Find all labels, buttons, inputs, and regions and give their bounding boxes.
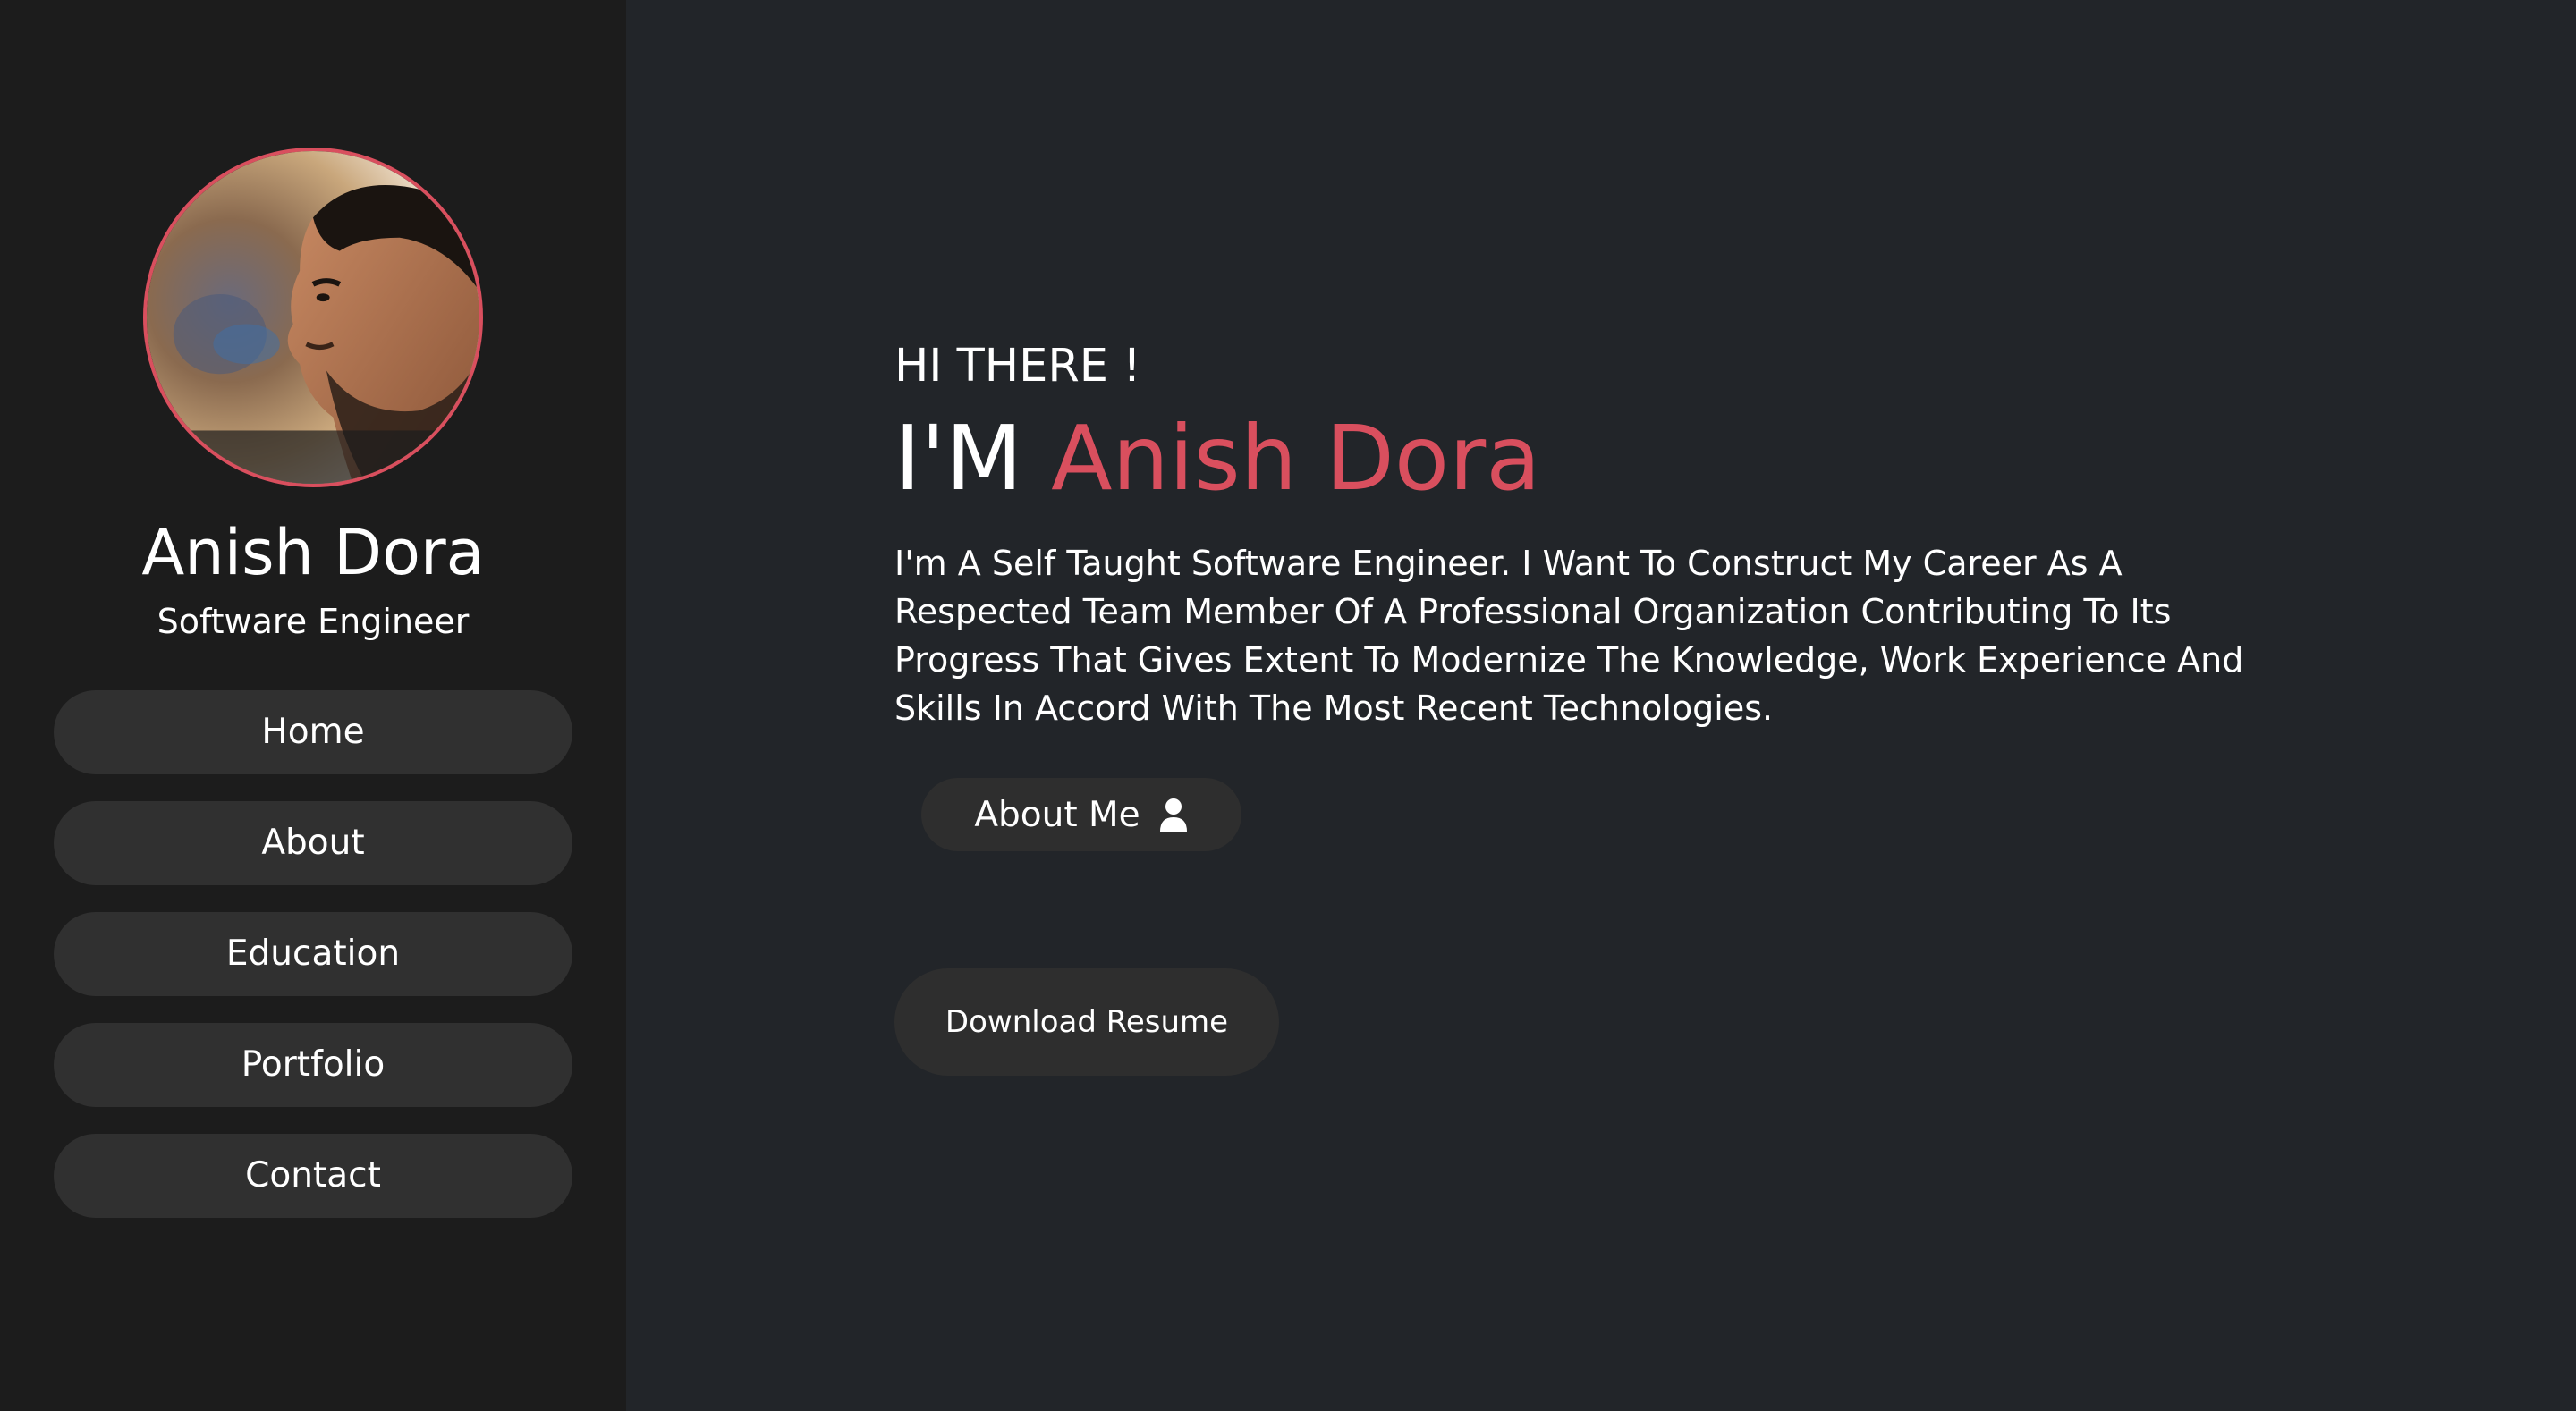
download-resume-button[interactable]: Download Resume — [894, 968, 1279, 1076]
intro-text: I'm A Self Taught Software Engineer. I W… — [894, 544, 2244, 728]
about-me-button[interactable]: About Me — [921, 778, 1241, 851]
greeting: HI THERE ! — [894, 340, 1141, 393]
sidebar: Anish Dora Software Engineer Home About … — [0, 0, 626, 1411]
headline-name: Anish Dora — [1051, 406, 1541, 511]
nav-item-contact[interactable]: Contact — [54, 1134, 572, 1218]
avatar — [143, 148, 483, 487]
about-me-label: About Me — [974, 794, 1140, 835]
nav-item-portfolio[interactable]: Portfolio — [54, 1023, 572, 1107]
nav-item-about[interactable]: About — [54, 801, 572, 885]
headline-prefix: I'M — [894, 406, 1023, 511]
nav-item-education[interactable]: Education — [54, 912, 572, 996]
sidebar-nav: Home About Education Portfolio Contact — [54, 690, 572, 1245]
profile-name: Anish Dora — [141, 516, 485, 589]
nav-item-home[interactable]: Home — [54, 690, 572, 774]
headline: I'M Anish Dora — [894, 402, 1540, 514]
main-content: HI THERE ! I'M Anish Dora I'm A Self Tau… — [626, 0, 2576, 1411]
profile-role: Software Engineer — [157, 602, 470, 641]
user-icon — [1158, 798, 1189, 832]
